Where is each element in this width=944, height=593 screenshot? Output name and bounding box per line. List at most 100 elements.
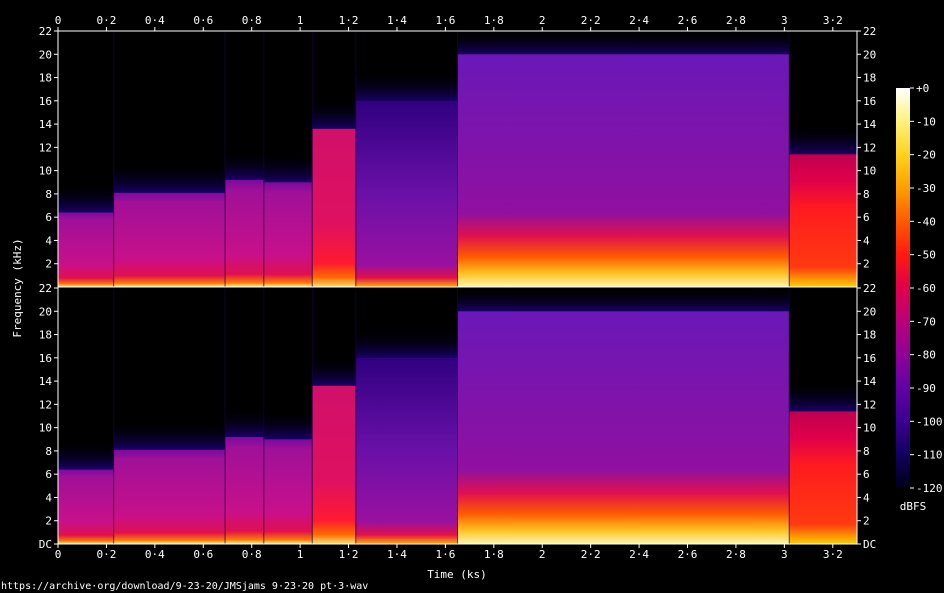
colorbar-tick-label: +0	[916, 82, 929, 95]
y-tick-label-left: 4	[45, 491, 52, 504]
y-tick-label-right: 20	[863, 305, 876, 318]
y-tick-label-left: 12	[39, 141, 52, 154]
segment-band-6	[355, 357, 458, 544]
x-tick-label-top: 0·4	[145, 14, 165, 27]
x-tick-label-top: 3	[781, 14, 788, 27]
x-tick-label-bottom: 2·8	[726, 548, 746, 561]
segment-band-3	[225, 179, 264, 287]
y-tick-label-left: 18	[39, 329, 52, 342]
y-tick-label-right: 12	[863, 141, 876, 154]
colorbar-tick-label: -10	[916, 115, 936, 128]
colorbar	[896, 88, 910, 488]
colorbar-tick-label: -70	[916, 315, 936, 328]
colorbar-tick-label: -40	[916, 215, 936, 228]
x-tick-label-bottom: 0	[55, 548, 62, 561]
segment-band-6	[355, 100, 458, 288]
segment-band-7	[457, 311, 790, 544]
spectrogram-figure: 0 0·2 0·4 0·6 0·8 1 1·2 1·4 1·6 1·8 2 2·2 2·4 2·6 2·8 3…	[1, 14, 943, 592]
segment-halo-1	[58, 441, 114, 470]
segment-band-1	[58, 469, 114, 544]
colorbar-tick-label: -50	[916, 249, 936, 262]
segment-halo-3	[225, 151, 264, 180]
x-tick-label-bottom: 0·6	[193, 548, 213, 561]
x-axis-bottom: 0 0·2 0·4 0·6 0·8 1 1·2 1·4 1·6 1·8 2 2·2 2·4 2·6 2·8 3…	[55, 544, 843, 561]
y-tick-label-left: DC	[39, 538, 52, 551]
segment-halo-3	[225, 408, 264, 437]
y-tick-label-right: 14	[863, 375, 877, 388]
x-tick-label-bottom: 1·8	[484, 548, 504, 561]
colorbar-ticks: +0 -10 -20 -30 -40 -50 -60 -70 -80 -90 -100 -110 -12…	[910, 82, 943, 495]
x-tick-label-bottom: 1	[297, 548, 304, 561]
x-tick-label-top: 0·6	[193, 14, 213, 27]
y-tick-label-right: 10	[863, 165, 876, 178]
y-tick-label-left: 22	[39, 282, 52, 295]
x-tick-label-bottom: 1·2	[339, 548, 359, 561]
colorbar-unit: dBFS	[900, 500, 927, 513]
x-tick-label-top: 1·4	[387, 14, 407, 27]
x-tick-label-top: 3·2	[823, 14, 843, 27]
segment-halo-6	[355, 329, 458, 358]
y-tick-label-left: 8	[45, 445, 52, 458]
colorbar-tick-label: -90	[916, 382, 936, 395]
y-tick-label-left: 10	[39, 422, 52, 435]
y-tick-label-left: 2	[45, 258, 52, 271]
segment-band-5	[312, 128, 356, 287]
y-tick-label-left: 14	[39, 375, 53, 388]
colorbar-tick-label: -110	[916, 449, 943, 462]
x-axis-label: Time (ks)	[427, 568, 487, 581]
x-tick-label-bottom: 2·2	[581, 548, 601, 561]
y-tick-label-right: 22	[863, 282, 876, 295]
x-tick-label-top: 2	[539, 14, 546, 27]
y-tick-label-left: 6	[45, 468, 52, 481]
spectrogram-channel-2	[58, 288, 857, 544]
segment-halo-1	[58, 184, 114, 213]
colorbar-tick-label: -80	[916, 349, 936, 362]
segment-band-3	[225, 436, 264, 544]
segment-band-2	[113, 449, 226, 544]
source-url: https://archive·org/download/9-23-20/JMS…	[1, 581, 368, 592]
y-tick-label-left: 22	[39, 25, 52, 38]
x-tick-label-top: 2·2	[581, 14, 601, 27]
y-tick-label-right: 16	[863, 95, 876, 108]
x-tick-label-bottom: 0·2	[96, 548, 116, 561]
y-tick-label-left: 10	[39, 165, 52, 178]
y-tick-label-right: 2	[863, 258, 870, 271]
x-tick-label-top: 1·8	[484, 14, 504, 27]
colorbar-tick-label: -120	[916, 482, 943, 495]
y-tick-label-right: 2	[863, 515, 870, 528]
y-tick-label-right: 12	[863, 398, 876, 411]
segment-halo-5	[312, 100, 356, 129]
x-tick-label-top: 2·4	[629, 14, 649, 27]
x-tick-label-top: 0	[55, 14, 62, 27]
segment-band-8	[789, 154, 857, 287]
segment-band-1	[58, 212, 114, 287]
x-tick-label-bottom: 3·2	[823, 548, 843, 561]
segment-halo-4	[263, 154, 313, 183]
y-axis-label: Frequency (kHz)	[11, 238, 24, 337]
y-tick-label-right: DC	[863, 538, 876, 551]
y-tick-label-right: 6	[863, 468, 870, 481]
x-tick-label-bottom: 1·6	[435, 548, 455, 561]
segment-band-4	[263, 439, 313, 544]
y-tick-label-left: 12	[39, 398, 52, 411]
y-axis-right: 222018161412108642222018161412108642DC	[857, 25, 877, 551]
x-tick-label-bottom: 2·4	[629, 548, 649, 561]
x-tick-label-top: 2·8	[726, 14, 746, 27]
y-tick-label-left: 20	[39, 48, 52, 61]
y-tick-label-left: 8	[45, 188, 52, 201]
segment-halo-7	[457, 288, 790, 312]
y-tick-label-right: 18	[863, 329, 876, 342]
x-axis-top: 0 0·2 0·4 0·6 0·8 1 1·2 1·4 1·6 1·8 2 2·2 2·4 2·6 2·8 3…	[55, 14, 843, 31]
y-tick-label-right: 16	[863, 352, 876, 365]
y-tick-label-left: 16	[39, 352, 52, 365]
x-tick-label-bottom: 3	[781, 548, 788, 561]
segment-halo-8	[789, 126, 857, 155]
y-tick-label-left: 2	[45, 515, 52, 528]
y-tick-label-left: 20	[39, 305, 52, 318]
y-tick-label-right: 6	[863, 211, 870, 224]
x-tick-label-top: 1·2	[339, 14, 359, 27]
y-tick-label-right: 8	[863, 445, 870, 458]
x-tick-label-top: 1	[297, 14, 304, 27]
colorbar-tick-label: -20	[916, 149, 936, 162]
segment-halo-6	[355, 72, 458, 101]
